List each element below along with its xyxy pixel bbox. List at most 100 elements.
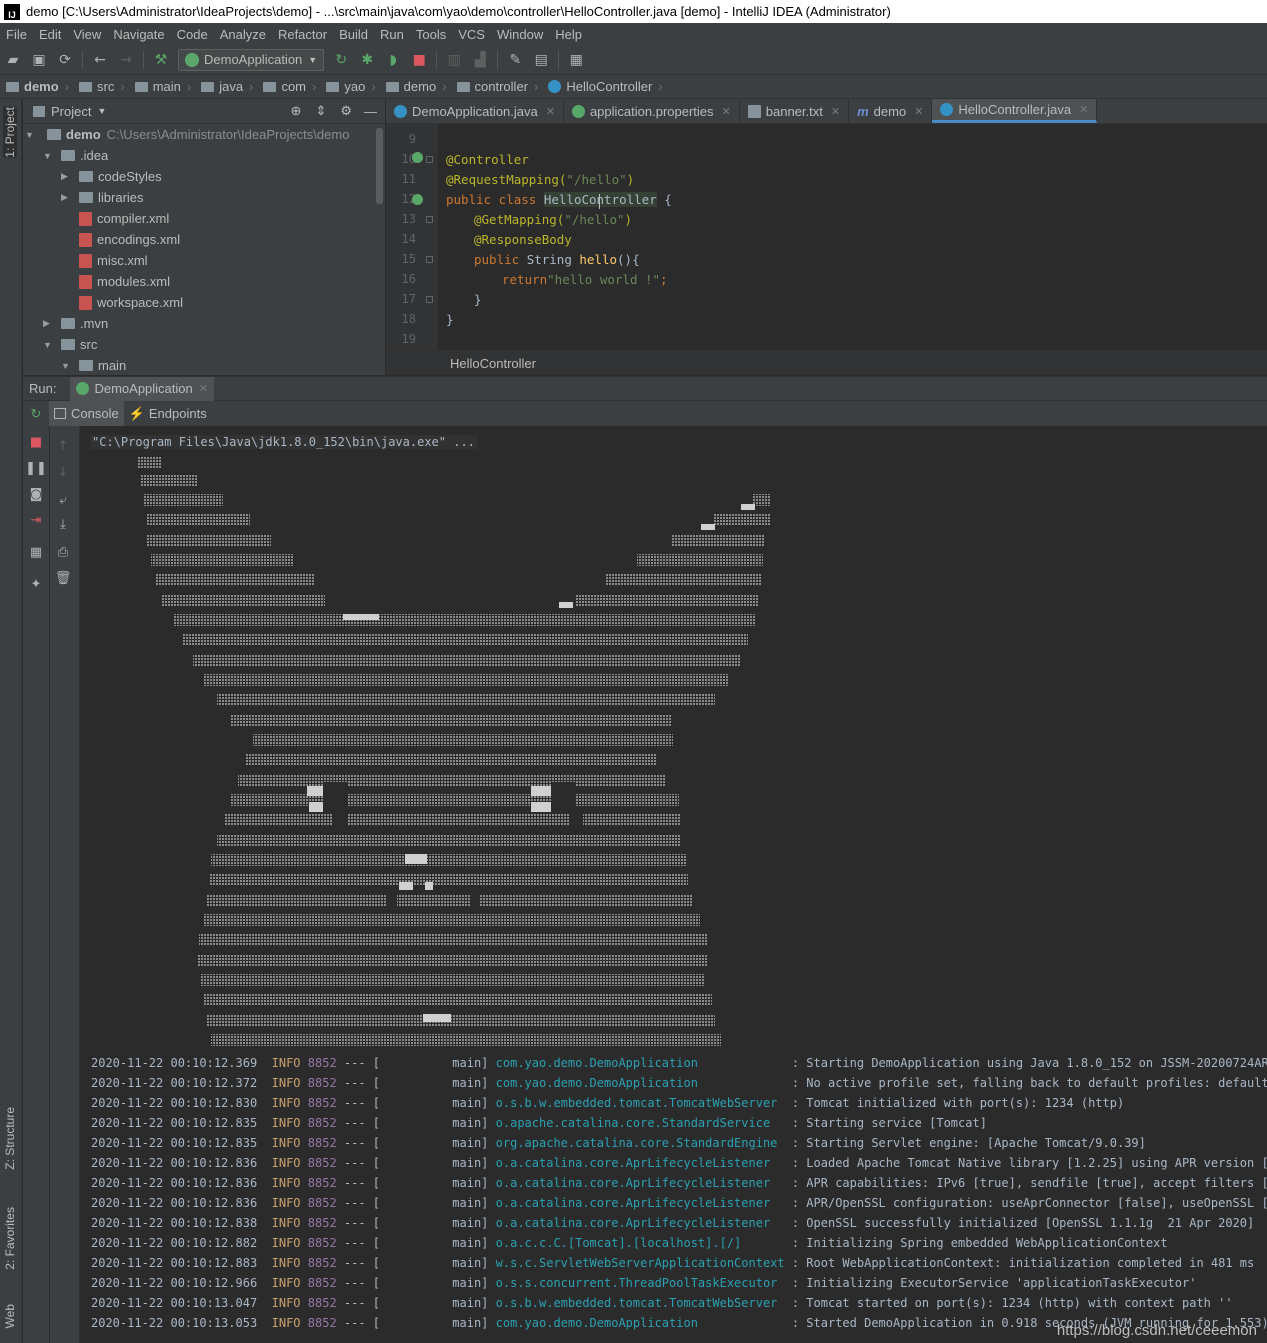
fold-marker-icon[interactable] [426, 216, 433, 223]
close-icon[interactable]: ✕ [722, 105, 731, 118]
sync-icon[interactable]: ⟳ [52, 49, 78, 71]
tab-demoapplication-java[interactable]: DemoApplication.java ✕ [386, 99, 564, 123]
stop-icon[interactable]: ■ [23, 432, 49, 452]
console-output[interactable]: "C:\Program Files\Java\jdk1.8.0_152\bin\… [81, 426, 1267, 1343]
log-logger-link[interactable]: w.s.c.ServletWebServerApplicationContext [496, 1256, 785, 1270]
build-hammer-icon[interactable]: ⚒ [148, 49, 174, 71]
log-logger-link[interactable]: o.a.catalina.core.AprLifecycleListener [496, 1216, 785, 1230]
log-logger-link[interactable]: o.a.c.c.C.[Tomcat].[localhost].[/] [496, 1236, 785, 1250]
vcs-update-icon[interactable]: ▥ [441, 49, 467, 71]
pin-icon[interactable]: ✦ [23, 574, 49, 594]
tab-application-properties[interactable]: application.properties ✕ [564, 99, 740, 123]
project-view-select[interactable]: Project [51, 104, 91, 119]
tree-item-misc-xml[interactable]: misc.xml [23, 250, 385, 271]
camera-icon[interactable]: ◙ [23, 484, 49, 504]
structure-tool-button[interactable]: Z: Structure [3, 1107, 17, 1170]
settings-wrench-icon[interactable]: ✎ [502, 49, 528, 71]
layout-icon[interactable]: ▦ [23, 542, 49, 562]
close-icon[interactable]: ✕ [546, 105, 555, 118]
menu-analyze[interactable]: Analyze [214, 27, 272, 42]
run-tab-demoapplication[interactable]: DemoApplication ✕ [70, 376, 214, 401]
chevron-down-icon[interactable]: ▼ [97, 106, 106, 116]
locate-target-icon[interactable]: ⊕ [291, 103, 302, 119]
project-tool-button[interactable]: 1: Project [3, 107, 17, 158]
log-logger-link[interactable]: org.apache.catalina.core.StandardEngine [496, 1136, 785, 1150]
tree-item-modules-xml[interactable]: modules.xml [23, 271, 385, 292]
close-icon[interactable]: ✕ [1079, 103, 1088, 116]
tab-endpoints[interactable]: ⚡ Endpoints [124, 401, 212, 426]
tree-item-codestyles[interactable]: ▶ codeStyles [23, 166, 385, 187]
log-logger-link[interactable]: com.yao.demo.DemoApplication [496, 1056, 785, 1070]
gear-icon[interactable]: ⚙ [340, 103, 352, 119]
fold-marker-icon[interactable] [426, 156, 433, 163]
project-structure-icon[interactable]: ▤ [528, 49, 554, 71]
menu-tools[interactable]: Tools [410, 27, 452, 42]
tab-console[interactable]: Console [49, 401, 124, 426]
breadcrumb-src[interactable]: src › [73, 79, 129, 94]
web-tool-button[interactable]: Web [3, 1304, 17, 1328]
menu-run[interactable]: Run [374, 27, 410, 42]
tree-scrollbar[interactable] [376, 128, 383, 204]
stop-icon[interactable]: ■ [406, 49, 432, 71]
breadcrumb-demo[interactable]: demo › [0, 79, 73, 94]
log-logger-link[interactable]: o.a.catalina.core.AprLifecycleListener [496, 1176, 785, 1190]
menu-vcs[interactable]: VCS [452, 27, 491, 42]
menu-code[interactable]: Code [171, 27, 214, 42]
print-icon[interactable]: ⎙ [50, 542, 76, 562]
scroll-to-end-icon[interactable]: ⤓ [50, 514, 76, 534]
hide-panel-icon[interactable]: — [364, 104, 377, 119]
breadcrumb-demo-package[interactable]: demo › [380, 79, 451, 94]
tree-item-libraries[interactable]: ▶ libraries [23, 187, 385, 208]
open-folder-icon[interactable]: ▰ [0, 49, 26, 71]
rerun-icon[interactable]: ↻ [328, 49, 354, 71]
scroll-down-icon[interactable]: ↓ [50, 462, 76, 482]
tab-banner-txt[interactable]: banner.txt ✕ [740, 99, 850, 123]
run-configuration-select[interactable]: DemoApplication ▼ [178, 48, 325, 71]
editor-gutter[interactable]: 9 10 11 12 13 14 15 16 17 18 19 [386, 124, 438, 350]
log-logger-link[interactable]: o.s.s.concurrent.ThreadPoolTaskExecutor [496, 1276, 785, 1290]
menu-window[interactable]: Window [491, 27, 549, 42]
breadcrumb-com[interactable]: com › [257, 79, 320, 94]
save-icon[interactable]: ▣ [26, 49, 52, 71]
tree-item-demo[interactable]: ▼ demo C:\Users\Administrator\IdeaProjects… [23, 124, 385, 145]
breadcrumb-hellocontroller[interactable]: HelloController › [542, 79, 666, 94]
spring-bean-gutter-icon[interactable] [412, 194, 423, 205]
tree-item-main[interactable]: ▼ main [23, 355, 385, 375]
menu-view[interactable]: View [67, 27, 107, 42]
tree-item-encodings-xml[interactable]: encodings.xml [23, 229, 385, 250]
log-logger-link[interactable]: o.apache.catalina.core.StandardService [496, 1116, 785, 1130]
close-icon[interactable]: ✕ [914, 105, 923, 118]
close-icon[interactable]: ✕ [831, 105, 840, 118]
scroll-up-icon[interactable]: ↑ [50, 436, 76, 456]
soft-wrap-icon[interactable]: ⤶ [50, 490, 76, 510]
code-editor[interactable]: @Controller @RequestMapping("/hello") pu… [439, 124, 1267, 350]
log-logger-link[interactable]: o.a.catalina.core.AprLifecycleListener [496, 1156, 785, 1170]
fold-marker-icon[interactable] [426, 296, 433, 303]
favorites-tool-button[interactable]: 2: Favorites [3, 1207, 17, 1270]
menu-build[interactable]: Build [333, 27, 374, 42]
tab-hellocontroller-java[interactable]: HelloController.java ✕ [932, 99, 1098, 123]
tree-item-compiler-xml[interactable]: compiler.xml [23, 208, 385, 229]
rerun-icon[interactable]: ↻ [23, 406, 49, 422]
menu-help[interactable]: Help [549, 27, 588, 42]
trash-icon[interactable]: 🗑 [50, 568, 76, 588]
log-logger-link[interactable]: o.s.b.w.embedded.tomcat.TomcatWebServer [496, 1296, 785, 1310]
menu-navigate[interactable]: Navigate [107, 27, 170, 42]
tab-demo-pom[interactable]: m demo ✕ [849, 99, 933, 123]
tree-item-src[interactable]: ▼ src [23, 334, 385, 355]
close-icon[interactable]: ✕ [199, 382, 208, 395]
menu-file[interactable]: File [0, 27, 33, 42]
fold-marker-icon[interactable] [426, 256, 433, 263]
pause-icon[interactable]: ❚❚ [23, 458, 49, 478]
breadcrumb-main[interactable]: main › [129, 79, 196, 94]
log-logger-link[interactable]: o.a.catalina.core.AprLifecycleListener [496, 1196, 785, 1210]
breadcrumb-yao[interactable]: yao › [320, 79, 379, 94]
breadcrumb-java[interactable]: java › [195, 79, 257, 94]
breadcrumb-controller[interactable]: controller › [451, 79, 543, 94]
collapse-all-icon[interactable]: ⇕ [315, 103, 326, 119]
spring-bean-gutter-icon[interactable] [412, 152, 423, 163]
vcs-commit-icon[interactable]: ▟ [467, 49, 493, 71]
tree-item-idea[interactable]: ▼ .idea [23, 145, 385, 166]
run-coverage-icon[interactable]: ◗ [380, 49, 406, 71]
back-arrow-icon[interactable]: ← [87, 49, 113, 71]
